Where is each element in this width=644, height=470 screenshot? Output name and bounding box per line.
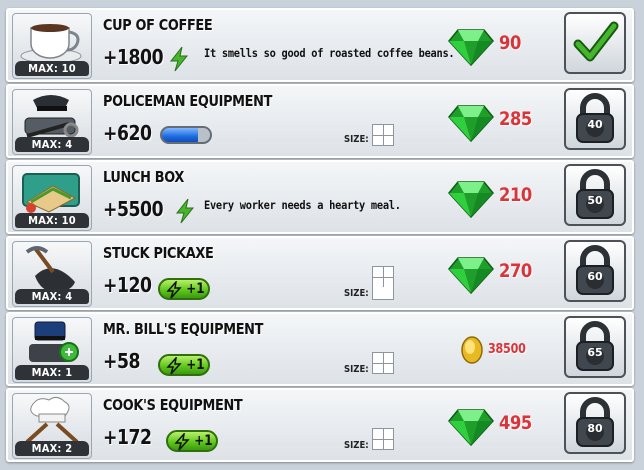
size-grid-icon bbox=[372, 266, 394, 300]
max-quantity-badge: MAX: 2 bbox=[15, 441, 89, 456]
locked-button[interactable]: 50 bbox=[564, 164, 626, 226]
item-bonus: +620 bbox=[103, 121, 152, 145]
item-bonus: +5500 bbox=[103, 197, 164, 221]
shop-item-row: MAX: 10 LUNCH BOX +5500 Every worker nee… bbox=[6, 160, 634, 234]
locked-button[interactable]: 80 bbox=[564, 392, 626, 454]
size-grid-icon bbox=[372, 352, 394, 374]
item-title: LUNCH BOX bbox=[103, 168, 184, 186]
locked-button[interactable]: 65 bbox=[564, 316, 626, 378]
item-title: POLICEMAN EQUIPMENT bbox=[103, 92, 273, 110]
max-quantity-badge: MAX: 10 bbox=[15, 61, 89, 76]
item-price: 38500 bbox=[488, 342, 526, 357]
energy-bolt-icon bbox=[166, 357, 182, 375]
item-title: MR. BILL'S EQUIPMENT bbox=[103, 320, 264, 338]
locked-button[interactable]: 40 bbox=[564, 88, 626, 150]
gem-icon bbox=[448, 181, 494, 218]
energy-bolt-icon bbox=[169, 46, 189, 72]
coffee-cup-icon: MAX: 10 bbox=[12, 13, 92, 79]
shop-item-row: MAX: 1 MR. BILL'S EQUIPMENT +58 +1 SIZE:… bbox=[6, 312, 634, 386]
item-price: 495 bbox=[499, 412, 532, 434]
item-bonus: +58 bbox=[103, 349, 141, 373]
size-grid-icon bbox=[372, 124, 394, 146]
item-bonus: +120 bbox=[103, 273, 152, 297]
plus-one-label: +1 bbox=[185, 281, 204, 297]
owned-check-button[interactable] bbox=[564, 12, 626, 74]
energy-bolt-icon bbox=[175, 198, 195, 224]
coin-icon bbox=[461, 336, 483, 364]
size-label: SIZE: bbox=[344, 288, 369, 299]
item-description: Every worker needs a hearty meal. bbox=[204, 198, 401, 212]
gem-icon bbox=[448, 257, 494, 294]
max-quantity-badge: MAX: 4 bbox=[15, 137, 89, 152]
max-quantity-badge: MAX: 4 bbox=[15, 289, 89, 304]
item-bonus: +1800 bbox=[103, 45, 164, 69]
item-price: 210 bbox=[499, 184, 532, 206]
gem-icon bbox=[448, 29, 494, 66]
plus-one-label: +1 bbox=[185, 357, 204, 373]
energy-bolt-icon bbox=[174, 433, 190, 451]
cook-gear-icon: MAX: 2 bbox=[12, 393, 92, 459]
energy-plus-badge: +1 bbox=[158, 278, 210, 300]
gem-icon bbox=[448, 105, 494, 142]
size-label: SIZE: bbox=[344, 364, 369, 375]
item-price: 90 bbox=[499, 32, 521, 54]
size-label: SIZE: bbox=[344, 134, 369, 145]
lunch-box-icon: MAX: 10 bbox=[12, 165, 92, 231]
locked-button[interactable]: 60 bbox=[564, 240, 626, 302]
item-price: 285 bbox=[499, 108, 532, 130]
gem-icon bbox=[448, 409, 494, 446]
mr-bill-gear-icon: MAX: 1 bbox=[12, 317, 92, 383]
shop-item-row: MAX: 10 CUP OF COFFEE +1800 It smells so… bbox=[6, 8, 634, 82]
stamina-bar-icon bbox=[160, 126, 212, 144]
shop-item-row: MAX: 4 POLICEMAN EQUIPMENT +620 SIZE: 28… bbox=[6, 84, 634, 158]
energy-bolt-icon bbox=[166, 281, 182, 299]
shop-item-row: MAX: 4 STUCK PICKAXE +120 +1 SIZE: 270 6… bbox=[6, 236, 634, 310]
police-gear-icon: MAX: 4 bbox=[12, 89, 92, 155]
checkmark-icon bbox=[573, 21, 619, 62]
shop-item-row: MAX: 2 COOK'S EQUIPMENT +172 +1 SIZE: 49… bbox=[6, 388, 634, 462]
item-bonus: +172 bbox=[103, 425, 152, 449]
size-grid-icon bbox=[372, 428, 394, 450]
size-label: SIZE: bbox=[344, 440, 369, 451]
item-title: CUP OF COFFEE bbox=[103, 16, 213, 34]
lock-level-label: 50 bbox=[587, 194, 603, 207]
item-description: It smells so good of roasted coffee bean… bbox=[204, 46, 455, 60]
lock-level-label: 65 bbox=[587, 346, 603, 359]
item-price: 270 bbox=[499, 260, 532, 282]
lock-level-label: 60 bbox=[587, 270, 603, 283]
lock-level-label: 40 bbox=[587, 118, 603, 131]
item-title: STUCK PICKAXE bbox=[103, 244, 214, 262]
plus-one-label: +1 bbox=[193, 433, 212, 449]
pickaxe-icon: MAX: 4 bbox=[12, 241, 92, 307]
energy-plus-badge: +1 bbox=[158, 354, 210, 376]
energy-plus-badge: +1 bbox=[166, 430, 218, 452]
max-quantity-badge: MAX: 1 bbox=[15, 365, 89, 380]
lock-level-label: 80 bbox=[587, 422, 603, 435]
max-quantity-badge: MAX: 10 bbox=[15, 213, 89, 228]
item-title: COOK'S EQUIPMENT bbox=[103, 396, 243, 414]
